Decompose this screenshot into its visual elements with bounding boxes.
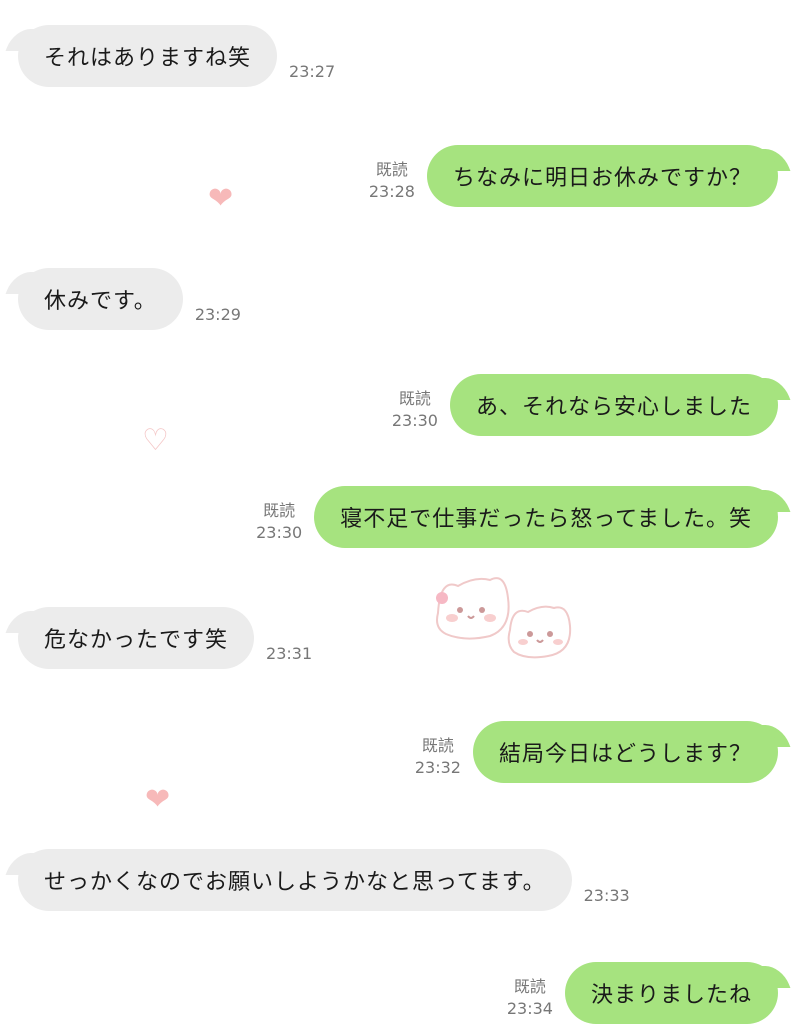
message-time: 23:28 bbox=[368, 182, 415, 201]
chat-area[interactable]: それはありますね笑 23:27 既読 23:28 ちなみに明日お休みですか？ 休… bbox=[0, 0, 806, 1024]
incoming-message-bubble[interactable]: せっかくなのでお願いしようかなと思ってます。 bbox=[18, 849, 572, 911]
outgoing-message-bubble[interactable]: 結局今日はどうします？ bbox=[472, 721, 778, 783]
message-row: 既読 23:28 ちなみに明日お休みですか？ bbox=[369, 145, 778, 207]
message-time: 23:27 bbox=[289, 62, 336, 81]
message-meta: 23:29 bbox=[195, 304, 241, 330]
message-row: 休みです。 23:29 bbox=[18, 268, 241, 330]
message-meta: 23:27 bbox=[289, 61, 335, 87]
message-time: 23:31 bbox=[266, 644, 313, 663]
outgoing-message-bubble[interactable]: あ、それなら安心しました bbox=[449, 374, 778, 436]
read-receipt: 既読 bbox=[263, 501, 296, 520]
message-meta: 既読 23:28 bbox=[369, 159, 415, 207]
incoming-message-bubble[interactable]: それはありますね笑 bbox=[18, 25, 278, 87]
message-row: 既読 23:32 結局今日はどうします？ bbox=[415, 721, 778, 783]
heart-icon: ❤ bbox=[208, 181, 234, 216]
outgoing-message-bubble[interactable]: ちなみに明日お休みですか？ bbox=[426, 145, 778, 207]
read-receipt: 既読 bbox=[375, 160, 408, 179]
message-time: 23:33 bbox=[583, 886, 630, 905]
message-text: 結局今日はどうします？ bbox=[498, 742, 752, 767]
message-text: 危なかったです笑 bbox=[44, 628, 229, 653]
incoming-message-bubble[interactable]: 休みです。 bbox=[18, 268, 183, 330]
message-row: 危なかったです笑 23:31 bbox=[18, 607, 312, 669]
message-row: 既読 23:30 あ、それなら安心しました bbox=[392, 374, 778, 436]
message-row: 既読 23:34 決まりましたね bbox=[507, 962, 778, 1024]
message-meta: 既読 23:30 bbox=[392, 388, 438, 436]
read-receipt: 既読 bbox=[513, 977, 546, 996]
message-text: 決まりましたね bbox=[590, 983, 752, 1008]
message-text: あ、それなら安心しました bbox=[475, 395, 752, 420]
message-meta: 23:31 bbox=[266, 643, 312, 669]
message-meta: 既読 23:32 bbox=[415, 735, 461, 783]
message-time: 23:30 bbox=[391, 411, 438, 430]
message-text: 寝不足で仕事だったら怒ってました。笑 bbox=[340, 507, 752, 532]
read-receipt: 既読 bbox=[398, 389, 431, 408]
message-meta: 既読 23:30 bbox=[256, 500, 302, 548]
message-meta: 既読 23:34 bbox=[507, 976, 553, 1024]
message-time: 23:29 bbox=[194, 305, 241, 324]
message-meta: 23:33 bbox=[584, 885, 630, 911]
outgoing-message-bubble[interactable]: 決まりましたね bbox=[564, 962, 778, 1024]
message-time: 23:34 bbox=[506, 999, 553, 1018]
incoming-message-bubble[interactable]: 危なかったです笑 bbox=[18, 607, 255, 669]
message-time: 23:30 bbox=[256, 523, 303, 542]
message-row: せっかくなのでお願いしようかなと思ってます。 23:33 bbox=[18, 849, 630, 911]
message-row: 既読 23:30 寝不足で仕事だったら怒ってました。笑 bbox=[256, 486, 778, 548]
message-row: それはありますね笑 23:27 bbox=[18, 25, 335, 87]
message-text: ちなみに明日お休みですか？ bbox=[452, 166, 752, 191]
outgoing-message-bubble[interactable]: 寝不足で仕事だったら怒ってました。笑 bbox=[314, 486, 778, 548]
read-receipt: 既読 bbox=[421, 736, 454, 755]
heart-icon: ♡ bbox=[142, 423, 169, 458]
cat-sticker-icon bbox=[436, 577, 572, 659]
heart-icon: ❤ bbox=[145, 782, 171, 817]
message-text: せっかくなのでお願いしようかなと思ってます。 bbox=[44, 870, 546, 895]
message-text: 休みです。 bbox=[44, 289, 157, 314]
message-text: それはありますね笑 bbox=[44, 46, 252, 71]
message-time: 23:32 bbox=[414, 758, 461, 777]
